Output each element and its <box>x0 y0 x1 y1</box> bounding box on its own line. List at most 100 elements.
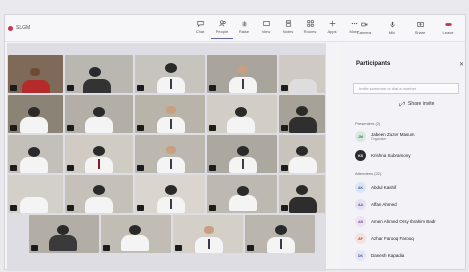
participant-item[interactable]: KS Krishna Subramony <box>355 150 411 161</box>
meeting-title: SLGM <box>16 25 31 31</box>
participant-video-tile[interactable] <box>8 135 63 173</box>
participant-video-tile[interactable] <box>207 95 277 133</box>
call-actions: Camera Mic Share Leave <box>353 19 459 39</box>
participant-item[interactable]: AA Affan Ahmed <box>355 199 397 210</box>
video-person <box>85 117 113 133</box>
participant-video-tile[interactable] <box>101 215 171 253</box>
share-invite-button[interactable]: Share invite <box>399 101 434 107</box>
participant-video-tile[interactable] <box>65 55 133 93</box>
hand-icon <box>242 21 246 27</box>
video-face <box>30 68 40 76</box>
participant-item[interactable]: AK Abdul Kashif <box>355 182 396 193</box>
share-screen-button[interactable]: Share <box>409 19 431 39</box>
avatar: AA <box>355 199 366 210</box>
video-label-badge <box>209 125 216 131</box>
video-label-badge <box>247 245 254 251</box>
video-face <box>166 146 176 154</box>
video-person <box>227 117 255 133</box>
video-tie <box>170 119 172 129</box>
video-label-badge <box>281 205 288 211</box>
video-grid <box>7 43 326 271</box>
participant-item[interactable]: DK Danesh Kapadia <box>355 250 404 261</box>
rooms-button[interactable]: Rooms <box>299 18 321 38</box>
participant-video-tile[interactable] <box>135 135 205 173</box>
video-head <box>57 225 69 235</box>
participant-item[interactable]: AF Azhar Farooq Farooq <box>355 233 414 244</box>
video-label-badge <box>137 205 144 211</box>
people-button[interactable]: People <box>211 18 233 39</box>
participant-video-tile[interactable] <box>65 175 133 213</box>
camera-button[interactable]: Camera <box>353 19 375 39</box>
participant-video-tile[interactable] <box>279 175 325 213</box>
participant-video-tile[interactable] <box>245 215 315 253</box>
video-head <box>237 146 249 156</box>
participant-video-tile[interactable] <box>207 135 277 173</box>
video-label-badge <box>10 85 17 91</box>
participant-video-tile[interactable] <box>279 95 325 133</box>
raise-hand-button[interactable]: Raise <box>233 18 255 38</box>
participant-video-tile[interactable] <box>135 95 205 133</box>
participant-video-tile[interactable] <box>8 175 63 213</box>
view-button[interactable]: View <box>255 18 277 38</box>
participant-item[interactable]: JM Jabeen Zuzer Masum Organizer <box>355 131 415 142</box>
video-head <box>275 225 287 235</box>
video-label-badge <box>67 125 74 131</box>
people-icon <box>218 20 226 27</box>
leave-button[interactable]: Leave <box>437 19 459 39</box>
mic-button[interactable]: Mic <box>381 19 403 39</box>
participant-video-tile[interactable] <box>8 55 63 93</box>
participant-item[interactable]: AB Amen Ahmed Orsy Ibrahim Badr <box>355 216 436 227</box>
video-label-badge <box>67 165 74 171</box>
video-tie <box>208 239 210 249</box>
participant-name: Amen Ahmed Orsy Ibrahim Badr <box>371 219 436 224</box>
avatar: DK <box>355 250 366 261</box>
presenters-section-header[interactable]: Presenters (2) <box>355 121 380 126</box>
participant-video-tile[interactable] <box>65 95 133 133</box>
video-face <box>204 226 214 234</box>
video-head <box>296 106 308 116</box>
participant-video-tile[interactable] <box>65 135 133 173</box>
participant-name: Affan Ahmed <box>371 202 397 207</box>
close-icon[interactable]: ✕ <box>459 61 464 68</box>
notes-icon <box>285 20 291 27</box>
video-label-badge <box>67 85 74 91</box>
chat-icon <box>196 21 204 27</box>
video-label-badge <box>175 245 182 251</box>
video-head <box>89 67 101 77</box>
participant-video-tile[interactable] <box>135 55 205 93</box>
video-person <box>49 235 77 251</box>
video-person <box>289 117 317 133</box>
apps-button[interactable]: Apps <box>321 18 343 38</box>
video-person <box>20 117 48 133</box>
video-tie <box>280 239 282 249</box>
video-person <box>289 197 317 213</box>
participant-video-tile[interactable] <box>279 135 325 173</box>
invite-search-input[interactable]: Invite someone or dial a number <box>353 83 459 94</box>
video-head <box>93 107 105 117</box>
video-label-badge <box>10 205 17 211</box>
participant-video-tile[interactable] <box>173 215 243 253</box>
notes-button[interactable]: Notes <box>277 18 299 38</box>
video-head <box>93 185 105 195</box>
participant-video-tile[interactable] <box>279 55 325 93</box>
video-tie <box>98 159 100 169</box>
chat-button[interactable]: Chat <box>189 18 211 38</box>
participant-video-tile[interactable] <box>207 175 277 213</box>
video-head <box>165 63 177 73</box>
video-label-badge <box>10 125 17 131</box>
participant-video-tile[interactable] <box>207 55 277 93</box>
participant-video-tile[interactable] <box>8 95 63 133</box>
video-head <box>129 225 141 235</box>
video-head <box>296 185 308 195</box>
camera-icon <box>360 22 367 27</box>
video-label-badge <box>281 165 288 171</box>
attendees-section-header[interactable]: Attendees (22) <box>355 171 381 176</box>
video-label-badge <box>103 245 110 251</box>
video-head <box>165 185 177 195</box>
video-head <box>235 107 247 117</box>
avatar: JM <box>355 131 366 142</box>
participant-video-tile[interactable] <box>135 175 205 213</box>
toolbar-buttons: Chat People Raise View Notes Rooms Apps … <box>189 18 365 39</box>
participant-video-tile[interactable] <box>29 215 99 253</box>
video-person <box>22 80 50 93</box>
